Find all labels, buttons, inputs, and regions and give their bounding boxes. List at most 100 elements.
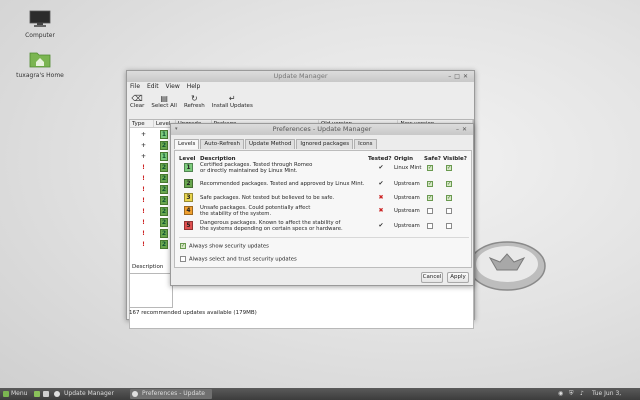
desktop-icon-label: tuxagra's Home bbox=[16, 72, 64, 79]
level-2-badge: 2 bbox=[184, 179, 193, 188]
trust-security-checkbox[interactable] bbox=[180, 256, 186, 262]
mint-menu-icon bbox=[3, 391, 9, 397]
cancel-button[interactable]: Cancel bbox=[421, 272, 443, 283]
level-badge: 2 bbox=[160, 240, 168, 249]
menubar: File Edit View Help bbox=[127, 82, 474, 92]
visible-checkbox[interactable]: ✓ bbox=[446, 195, 452, 201]
level-description-line: Recommended packages. Tested and approve… bbox=[200, 181, 365, 187]
network-icon[interactable]: ◉ bbox=[558, 388, 563, 400]
refresh-button-label: Refresh bbox=[183, 103, 205, 109]
option-trust-security[interactable]: Always select and trust security updates bbox=[180, 256, 297, 263]
close-icon[interactable]: ✕ bbox=[462, 126, 470, 133]
refresh-button[interactable]: ↻ Refresh bbox=[184, 92, 205, 116]
preferences-titlebar[interactable]: ▾ Preferences - Update Manager –✕ bbox=[171, 124, 473, 135]
security-update-icon: ! bbox=[142, 175, 145, 182]
tab-ignored-packages[interactable]: Ignored packages bbox=[296, 139, 354, 149]
safe-checkbox[interactable]: ✓ bbox=[427, 181, 433, 187]
terminal-icon[interactable] bbox=[43, 391, 49, 397]
close-icon[interactable]: ✕ bbox=[463, 73, 471, 80]
taskbar-item-update-manager[interactable]: Update Manager bbox=[52, 389, 126, 399]
header-safe: Safe? bbox=[424, 156, 441, 162]
safe-checkbox[interactable]: ✓ bbox=[427, 195, 433, 201]
tab-levels[interactable]: Levels bbox=[174, 139, 200, 149]
untested-cross-icon: ✖ bbox=[378, 194, 384, 201]
safe-checkbox[interactable] bbox=[427, 223, 433, 229]
window-menu-icon[interactable]: ▾ bbox=[175, 124, 178, 135]
package-update-icon: + bbox=[140, 131, 147, 138]
security-update-icon: ! bbox=[142, 197, 145, 204]
menu-edit[interactable]: Edit bbox=[147, 83, 159, 90]
description-pane bbox=[129, 273, 173, 308]
menu-file[interactable]: File bbox=[130, 83, 140, 90]
security-update-icon: ! bbox=[142, 208, 145, 215]
level-description-line: the stability of the system. bbox=[200, 211, 272, 217]
linux-mint-logo-icon bbox=[468, 241, 546, 291]
safe-checkbox[interactable]: ✓ bbox=[427, 165, 433, 171]
status-bar: 167 recommended updates available (179MB… bbox=[129, 310, 257, 316]
menu-help[interactable]: Help bbox=[187, 83, 201, 90]
option-show-security[interactable]: ✓ Always show security updates bbox=[180, 243, 269, 250]
level-origin: Upstream bbox=[394, 208, 420, 214]
menu-view[interactable]: View bbox=[166, 83, 180, 90]
level-1-badge: 1 bbox=[184, 163, 193, 172]
apply-button[interactable]: Apply bbox=[447, 272, 469, 283]
level-badge: 2 bbox=[160, 207, 168, 216]
column-header-type[interactable]: Type bbox=[130, 120, 154, 127]
update-manager-titlebar[interactable]: Update Manager –□✕ bbox=[127, 71, 474, 82]
menu-button[interactable]: Menu bbox=[2, 389, 32, 399]
level-origin: Upstream bbox=[394, 223, 420, 229]
install-updates-button[interactable]: ↵ Install Updates bbox=[212, 92, 253, 116]
desktop-icon-computer[interactable]: Computer bbox=[10, 10, 70, 39]
level-origin: Upstream bbox=[394, 181, 420, 187]
window-controls[interactable]: –□✕ bbox=[448, 71, 471, 82]
level-description: Dangerous packages. Known to affect the … bbox=[200, 220, 370, 232]
desktop-icon-home[interactable]: tuxagra's Home bbox=[10, 50, 70, 79]
visible-checkbox[interactable] bbox=[446, 223, 452, 229]
package-update-icon: + bbox=[140, 142, 147, 149]
window-controls[interactable]: –✕ bbox=[456, 124, 470, 135]
visible-checkbox[interactable]: ✓ bbox=[446, 181, 452, 187]
update-shield-icon[interactable]: ⛨ bbox=[569, 388, 574, 400]
tested-check-icon: ✔ bbox=[378, 180, 384, 187]
show-security-checkbox[interactable]: ✓ bbox=[180, 243, 186, 249]
safe-checkbox[interactable] bbox=[427, 208, 433, 214]
level-badge: 2 bbox=[160, 185, 168, 194]
maximize-icon[interactable]: □ bbox=[454, 73, 463, 80]
tab-auto-refresh[interactable]: Auto-Refresh bbox=[200, 139, 245, 149]
preferences-window[interactable]: ▾ Preferences - Update Manager –✕ Levels… bbox=[170, 123, 474, 286]
computer-icon bbox=[29, 10, 51, 27]
taskbar-item-label: Preferences - Update ... bbox=[142, 390, 205, 397]
menu-label: Menu bbox=[11, 390, 28, 397]
show-desktop-icon[interactable] bbox=[34, 391, 40, 397]
level-4-badge: 4 bbox=[184, 206, 193, 215]
divider bbox=[179, 237, 469, 238]
header-origin: Origin bbox=[394, 156, 414, 162]
header-tested: Tested? bbox=[368, 156, 392, 162]
header-visible: Visible? bbox=[443, 156, 467, 162]
description-tab[interactable]: Description bbox=[129, 263, 166, 271]
volume-icon[interactable]: ♪ bbox=[580, 388, 584, 400]
visible-checkbox[interactable]: ✓ bbox=[446, 165, 452, 171]
select-all-button[interactable]: ▤ Select All bbox=[151, 92, 177, 116]
level-description: Unsafe packages. Could potentially affec… bbox=[200, 205, 370, 217]
tested-check-icon: ✔ bbox=[378, 164, 384, 171]
tab-update-method[interactable]: Update Method bbox=[245, 139, 296, 149]
clear-button[interactable]: ⌫ Clear bbox=[130, 92, 144, 116]
level-badge: 2 bbox=[160, 163, 168, 172]
level-origin: Linux Mint bbox=[394, 165, 422, 171]
home-folder-icon bbox=[29, 52, 51, 68]
install-icon: ↵ bbox=[228, 94, 236, 103]
taskbar-item-label: Update Manager bbox=[64, 390, 114, 397]
taskbar: Menu Update Manager Preferences - Update… bbox=[0, 388, 640, 400]
level-description-line: Safe packages. Not tested but believed t… bbox=[200, 195, 335, 201]
header-level: Level bbox=[179, 156, 196, 162]
level-badge: 2 bbox=[160, 196, 168, 205]
desktop-icon-label: Computer bbox=[25, 32, 55, 39]
security-update-icon: ! bbox=[142, 241, 145, 248]
level-badge: 2 bbox=[160, 174, 168, 183]
levels-panel: Level Description Tested? Origin Safe? V… bbox=[174, 150, 472, 268]
tab-icons[interactable]: Icons bbox=[354, 139, 377, 149]
clock[interactable]: Tue Jun 3, 13:42 bbox=[592, 388, 640, 400]
taskbar-item-preferences[interactable]: Preferences - Update ... bbox=[130, 389, 212, 399]
visible-checkbox[interactable] bbox=[446, 208, 452, 214]
